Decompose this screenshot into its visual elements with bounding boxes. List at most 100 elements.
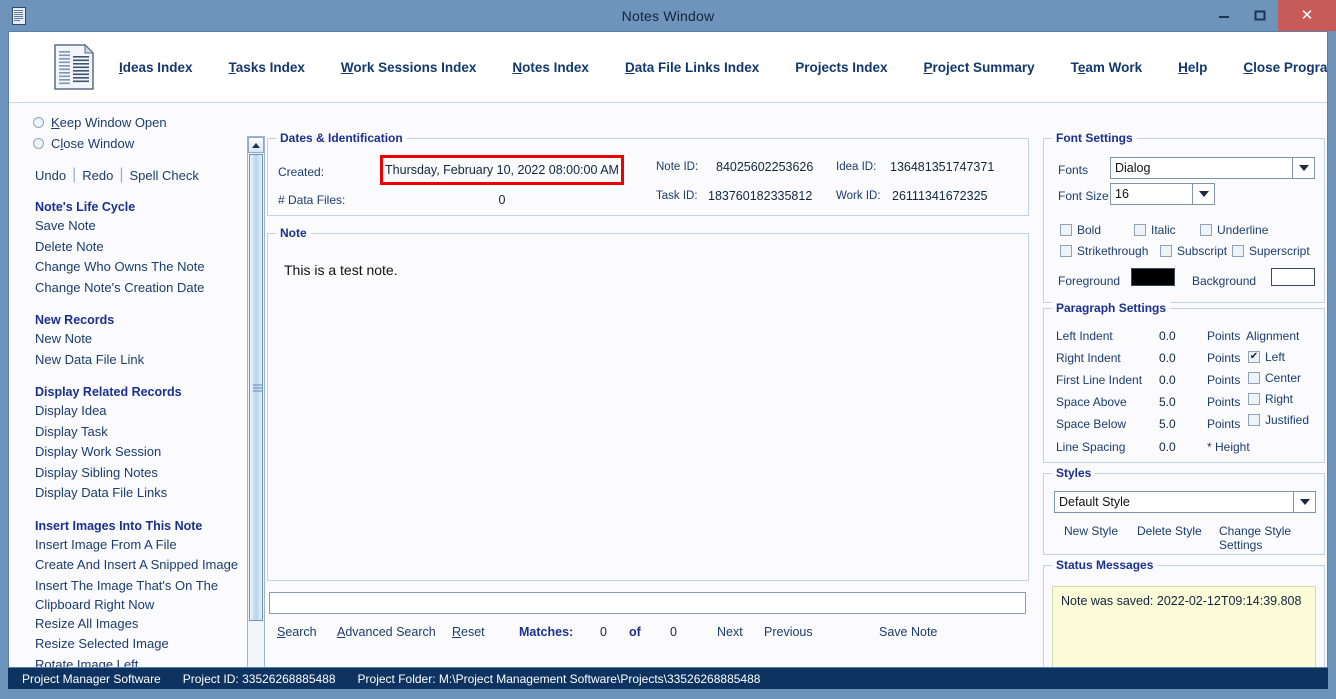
scrollbar-thumb[interactable] <box>249 154 263 621</box>
radio-keep-window-open[interactable]: Keep Window Open <box>9 112 243 133</box>
checkbox-label: Right <box>1265 392 1294 406</box>
foreground-label: Foreground <box>1058 274 1121 288</box>
menu-item-team-work[interactable]: Team Work <box>1071 60 1143 75</box>
sidebar-item-display-data-file-links[interactable]: Display Data File Links <box>9 483 243 504</box>
note-body-text[interactable]: This is a test note. <box>284 262 1018 278</box>
idea-id-value: 136481351747371 <box>890 160 995 174</box>
alignment-center[interactable]: Center <box>1248 371 1301 385</box>
reset-button[interactable]: Reset <box>452 625 485 639</box>
checkbox-superscript[interactable]: Superscript <box>1232 244 1310 258</box>
chevron-down-icon[interactable] <box>1293 157 1315 179</box>
search-input[interactable] <box>269 592 1026 614</box>
font-size-combobox[interactable]: 16 <box>1110 183 1215 205</box>
styles-legend: Styles <box>1052 466 1096 480</box>
checkbox-bold[interactable]: Bold <box>1060 223 1101 237</box>
background-color-swatch[interactable] <box>1271 268 1315 286</box>
first-line-indent-unit: Points <box>1207 373 1241 387</box>
checkbox-label: Strikethrough <box>1077 244 1149 258</box>
sidebar-item-display-task[interactable]: Display Task <box>9 422 243 443</box>
sidebar-item-display-sibling-notes[interactable]: Display Sibling Notes <box>9 463 243 484</box>
line-spacing-value[interactable]: 0.0 <box>1159 440 1176 454</box>
left-indent-value[interactable]: 0.0 <box>1159 329 1176 343</box>
checkbox-indicator <box>1232 245 1244 257</box>
menu-item-tasks-index[interactable]: Tasks Index <box>229 60 305 75</box>
data-files-value: 0 <box>498 193 506 207</box>
previous-button[interactable]: Previous <box>764 625 813 639</box>
sidebar-scrollbar[interactable] <box>247 136 265 667</box>
next-button[interactable]: Next <box>717 625 743 639</box>
sidebar-item-delete-note[interactable]: Delete Note <box>9 237 243 258</box>
minimize-button[interactable] <box>1206 0 1242 31</box>
menu-item-project-summary[interactable]: Project Summary <box>924 60 1035 75</box>
menu-item-work-sessions-index[interactable]: Work Sessions Index <box>341 60 477 75</box>
scroll-up-arrow-icon[interactable] <box>248 137 264 153</box>
alignment-left[interactable]: ✔ Left <box>1248 350 1285 364</box>
sidebar-item-save-note[interactable]: Save Note <box>9 216 243 237</box>
sidebar-item-change-owner[interactable]: Change Who Owns The Note <box>9 257 243 278</box>
checkbox-underline[interactable]: Underline <box>1200 223 1268 237</box>
checkbox-subscript[interactable]: Subscript <box>1160 244 1227 258</box>
styles-combobox[interactable]: Default Style <box>1054 491 1316 513</box>
maximize-button[interactable] <box>1242 0 1278 31</box>
sidebar-item-display-idea[interactable]: Display Idea <box>9 401 243 422</box>
undo-link[interactable]: Undo <box>35 168 66 183</box>
sidebar-item-insert-image-from-file[interactable]: Insert Image From A File <box>9 535 243 556</box>
checkbox-indicator <box>1060 245 1072 257</box>
menu-item-help[interactable]: Help <box>1178 60 1207 75</box>
redo-link[interactable]: Redo <box>82 168 113 183</box>
sidebar-item-insert-clipboard-image[interactable]: Insert The Image That's On The Clipboard… <box>9 576 243 614</box>
close-button[interactable]: ✕ <box>1278 0 1336 31</box>
space-below-value[interactable]: 5.0 <box>1159 417 1176 431</box>
chevron-down-icon[interactable] <box>1193 183 1215 205</box>
sidebar-item-new-note[interactable]: New Note <box>9 329 243 350</box>
space-above-label: Space Above <box>1056 395 1127 409</box>
sidebar-item-resize-all-images[interactable]: Resize All Images <box>9 614 243 635</box>
note-id-label: Note ID: <box>656 161 699 173</box>
chevron-down-icon[interactable] <box>1294 491 1316 513</box>
font-size-combobox-value: 16 <box>1110 183 1193 205</box>
radio-close-window[interactable]: Close Window <box>9 133 243 154</box>
first-line-indent-value[interactable]: 0.0 <box>1159 373 1176 387</box>
alignment-right[interactable]: Right <box>1248 392 1293 406</box>
undo-redo-spell-row: Undo | Redo | Spell Check <box>9 165 243 185</box>
spell-check-link[interactable]: Spell Check <box>129 168 198 183</box>
checkbox-label: Superscript <box>1249 244 1310 258</box>
fonts-combobox[interactable]: Dialog <box>1110 157 1315 179</box>
font-settings-legend: Font Settings <box>1052 131 1137 145</box>
font-settings-group: Font Settings Fonts Dialog Font Size 16 … <box>1043 131 1325 303</box>
save-note-button[interactable]: Save Note <box>879 625 937 639</box>
sidebar-item-rotate-image-left[interactable]: Rotate Image Left <box>9 655 243 668</box>
right-indent-value[interactable]: 0.0 <box>1159 351 1176 365</box>
scrollbar-grip-icon <box>253 384 262 391</box>
checkbox-indicator <box>1160 245 1172 257</box>
center-panel: Dates & Identification Created: Thursday… <box>267 110 1029 663</box>
checkbox-strikethrough[interactable]: Strikethrough <box>1060 244 1148 258</box>
menu-item-close-program[interactable]: Close Program <box>1243 60 1327 75</box>
delete-style-button[interactable]: Delete Style <box>1137 524 1202 538</box>
foreground-color-swatch[interactable] <box>1131 268 1175 286</box>
checkbox-italic[interactable]: Italic <box>1134 223 1176 237</box>
search-button[interactable]: Search <box>277 625 317 639</box>
checkbox-indicator <box>1248 393 1260 405</box>
sidebar-item-new-data-file-link[interactable]: New Data File Link <box>9 350 243 371</box>
sidebar-item-create-snipped-image[interactable]: Create And Insert A Snipped Image <box>9 555 243 576</box>
alignment-justified[interactable]: Justified <box>1248 413 1309 427</box>
status-messages-legend: Status Messages <box>1052 558 1158 572</box>
left-indent-label: Left Indent <box>1056 329 1113 343</box>
checkbox-label: Center <box>1265 371 1302 385</box>
sidebar-item-display-work-session[interactable]: Display Work Session <box>9 442 243 463</box>
advanced-search-button[interactable]: Advanced Search <box>337 625 436 639</box>
work-id-label: Work ID: <box>836 190 881 202</box>
change-style-settings-button[interactable]: Change Style Settings <box>1219 524 1324 552</box>
sidebar-item-resize-selected-image[interactable]: Resize Selected Image <box>9 634 243 655</box>
menu-item-notes-index[interactable]: Notes Index <box>512 60 589 75</box>
menu-item-data-file-links-index[interactable]: Data File Links Index <box>625 60 759 75</box>
status-project-id-value: 33526268885488 <box>242 671 336 686</box>
sidebar-item-change-creation-date[interactable]: Change Note's Creation Date <box>9 278 243 299</box>
new-style-button[interactable]: New Style <box>1064 524 1118 538</box>
space-above-value[interactable]: 5.0 <box>1159 395 1176 409</box>
menu-item-ideas-index[interactable]: Ideas Index <box>119 60 193 75</box>
sidebar-heading-new-records: New Records <box>35 313 115 327</box>
menu-item-projects-index[interactable]: Projects Index <box>795 60 887 75</box>
window-controls: ✕ <box>1206 0 1336 31</box>
